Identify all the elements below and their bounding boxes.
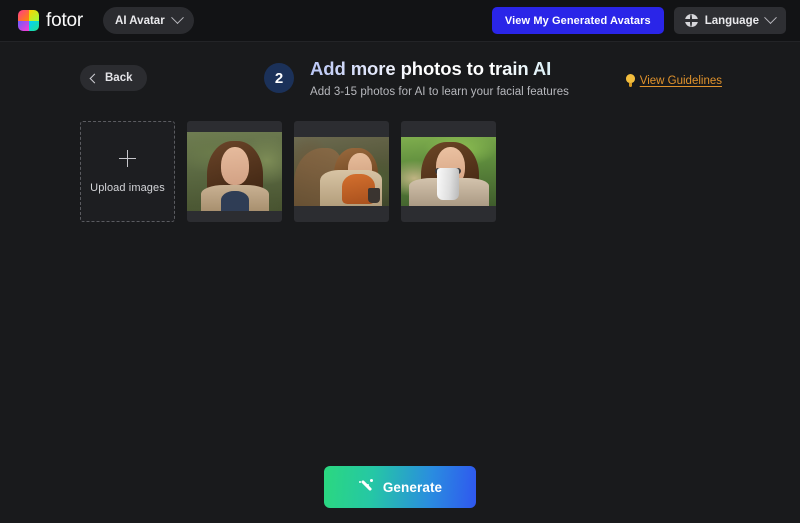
top-bar: fotor AI Avatar View My Generated Avatar… (0, 0, 800, 42)
view-generated-avatars-button[interactable]: View My Generated Avatars (491, 7, 664, 34)
view-guidelines-label: View Guidelines (639, 74, 722, 87)
generate-action-bar: Generate (0, 466, 800, 508)
page-header: Back 2 Add more photos to train AI Add 3… (0, 57, 800, 115)
plus-icon (119, 149, 136, 167)
upload-images-dropzone[interactable]: Upload images (80, 121, 175, 222)
app-switcher-dropdown[interactable]: AI Avatar (103, 7, 194, 34)
chevron-down-icon (170, 11, 184, 25)
photo-uploader-row: Upload images (0, 121, 800, 222)
brand-logo[interactable]: fotor (18, 10, 83, 32)
top-bar-actions: View My Generated Avatars Language (491, 7, 786, 34)
language-dropdown[interactable]: Language (673, 7, 786, 34)
generate-button[interactable]: Generate (324, 466, 476, 508)
globe-icon (684, 14, 698, 27)
app-switcher-label: AI Avatar (115, 14, 165, 27)
uploaded-photo-thumbnail[interactable] (187, 121, 282, 222)
magic-wand-icon (358, 479, 374, 495)
page-title: Add more photos to train AI (310, 57, 569, 80)
view-guidelines-link[interactable]: View Guidelines (625, 74, 722, 87)
photo-image-2 (294, 137, 389, 206)
fotor-rainbow-logo-icon (18, 10, 39, 31)
page-subtitle: Add 3-15 photos for AI to learn your fac… (310, 86, 569, 99)
back-button[interactable]: Back (80, 65, 147, 91)
title-block: 2 Add more photos to train AI Add 3-15 p… (264, 57, 569, 98)
language-label: Language (704, 14, 759, 27)
photo-image-3 (401, 137, 496, 206)
chevron-down-icon (764, 11, 777, 25)
generate-button-label: Generate (382, 479, 443, 495)
uploaded-photo-thumbnail[interactable] (294, 121, 389, 222)
step-number-badge: 2 (264, 63, 294, 93)
uploaded-photo-thumbnail[interactable] (401, 121, 496, 222)
upload-images-label: Upload images (90, 181, 165, 194)
brand-name: fotor (46, 9, 84, 31)
lightbulb-icon (625, 74, 635, 87)
chevron-left-icon (89, 73, 100, 83)
photo-image-1 (187, 132, 282, 211)
back-button-label: Back (105, 72, 133, 84)
